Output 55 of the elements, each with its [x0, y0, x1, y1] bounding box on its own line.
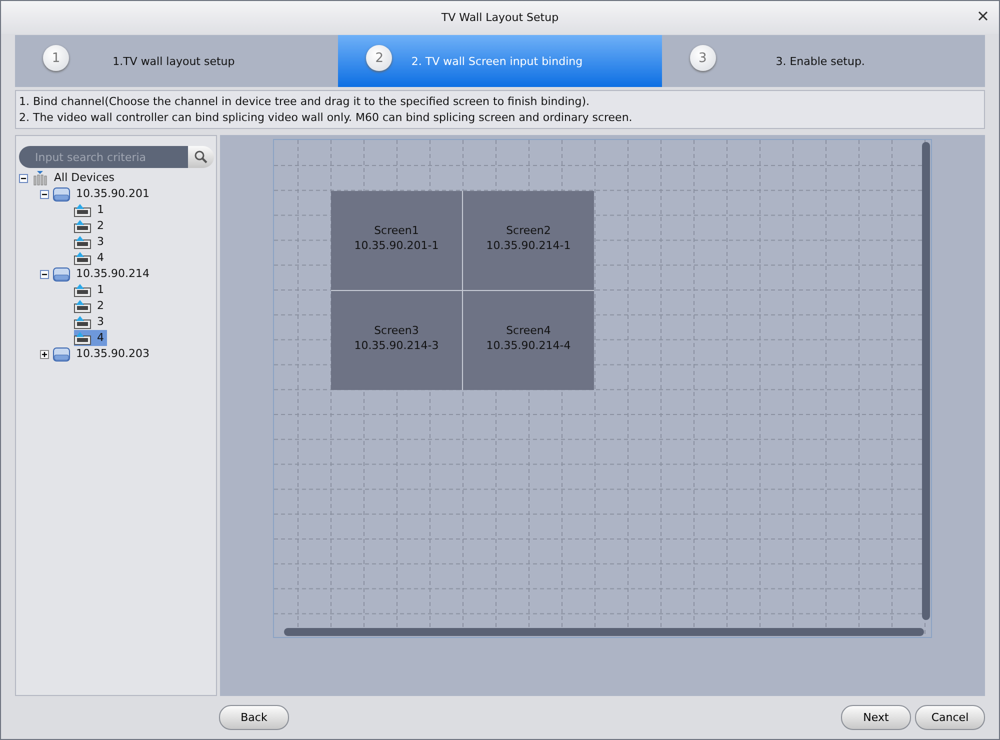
wall-screen[interactable]: Screen1 10.35.90.201-1 — [331, 191, 462, 290]
next-button[interactable]: Next — [841, 705, 911, 730]
camera-channel-icon — [74, 251, 91, 265]
screen-name: Screen3 — [374, 324, 419, 336]
tree-item[interactable]: 10.35.90.203 — [73, 346, 152, 362]
collapse-icon[interactable] — [19, 174, 28, 182]
screen-binding: 10.35.90.214-3 — [354, 338, 439, 352]
wall-screen[interactable]: Screen4 10.35.90.214-4 — [463, 291, 594, 390]
wizard-step-tab[interactable]: 3 3. Enable setup. — [662, 35, 985, 87]
expand-icon[interactable] — [40, 350, 49, 358]
close-icon[interactable] — [977, 10, 989, 22]
tree-item[interactable]: 1 — [94, 202, 107, 218]
tree-item[interactable]: 3 — [94, 234, 107, 250]
search-icon[interactable] — [188, 146, 214, 168]
tree-item[interactable]: 3 — [94, 314, 107, 330]
tree-item[interactable]: All Devices — [51, 170, 118, 186]
step-number-badge: 1 — [43, 45, 69, 71]
step-number-badge: 3 — [690, 45, 716, 71]
hard-drive-icon — [53, 266, 70, 282]
wall-screen[interactable]: Screen2 10.35.90.214-1 — [463, 191, 594, 290]
instruction-text: 1. Bind channel(Choose the channel in device tree and drag it to the specified screen to finish binding). — [19, 95, 591, 108]
window-title: TV Wall Layout Setup — [441, 11, 559, 24]
vertical-scrollbar[interactable] — [922, 142, 930, 620]
camera-channel-icon — [74, 203, 91, 217]
wall-screen[interactable]: Screen3 10.35.90.214-3 — [331, 291, 462, 390]
camera-channel-icon — [74, 315, 91, 329]
tree-item[interactable]: 2 — [94, 218, 107, 234]
horizontal-scrollbar[interactable] — [284, 628, 924, 636]
device-tree-icon — [32, 170, 48, 186]
camera-channel-icon — [74, 283, 91, 297]
screen-binding: 10.35.90.214-1 — [486, 238, 571, 252]
screen-name: Screen4 — [506, 324, 551, 336]
step-number-badge: 2 — [366, 45, 392, 71]
screen-binding: 10.35.90.201-1 — [354, 238, 439, 252]
camera-channel-icon — [74, 299, 91, 313]
screen-binding: 10.35.90.214-4 — [486, 338, 571, 352]
tree-item[interactable]: 2 — [94, 298, 107, 314]
camera-channel-icon — [74, 235, 91, 249]
search-field[interactable]: Input search criteria — [19, 146, 188, 168]
tree-item[interactable]: 4 — [94, 250, 107, 266]
back-button[interactable]: Back — [219, 705, 289, 730]
collapse-icon[interactable] — [40, 270, 49, 278]
tree-item[interactable]: 1 — [94, 282, 107, 298]
tree-item[interactable]: 10.35.90.214 — [73, 266, 152, 282]
collapse-icon[interactable] — [40, 190, 49, 198]
camera-channel-icon — [74, 219, 91, 233]
screen-name: Screen2 — [506, 224, 551, 236]
wizard-step-tab[interactable]: 1 1.TV wall layout setup — [15, 35, 338, 87]
instruction-text: 2. The video wall controller can bind splicing video wall only. M60 can bind splicing screen and ordinary screen. — [19, 111, 634, 124]
hard-drive-icon — [53, 186, 70, 202]
screen-name: Screen1 — [374, 224, 419, 236]
wizard-step-tab[interactable]: 2 2. TV wall Screen input binding — [338, 35, 662, 87]
cancel-button[interactable]: Cancel — [915, 705, 985, 730]
tree-item[interactable]: 10.35.90.201 — [73, 186, 152, 202]
hard-drive-icon — [53, 346, 70, 362]
